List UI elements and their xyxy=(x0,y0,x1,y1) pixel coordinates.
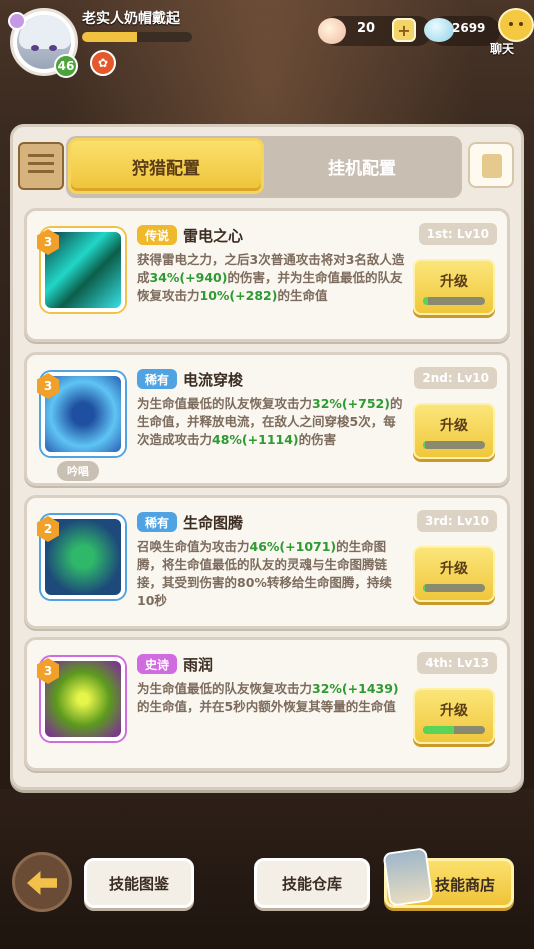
avatar-frame-badge-icon xyxy=(8,12,26,30)
upgrade-label: 升级 xyxy=(440,703,468,719)
skill-rarity-badge: 传说 xyxy=(137,225,178,245)
skill-desc-text: 的伤害 xyxy=(298,432,337,447)
skill-desc-text: 的生命值 xyxy=(277,288,328,303)
skill-value-highlight: 34%(+940) xyxy=(149,270,228,285)
gem-icon xyxy=(424,18,454,42)
shell-count: 20 xyxy=(356,21,376,36)
skill-desc-text: 为生命值最低的队友恢复攻击力 xyxy=(137,681,313,696)
upgrade-label: 升级 xyxy=(440,561,468,577)
chant-tag: 吟唱 xyxy=(57,461,99,481)
skill-description: 为生命值最低的队友恢复攻击力32%(+1439) 的生命值，并在5秒内额外恢复其等… xyxy=(137,680,405,716)
upgrade-label: 升级 xyxy=(440,274,468,290)
upgrade-button[interactable]: 升级 xyxy=(413,403,495,459)
add-currency-button[interactable]: + xyxy=(392,18,416,42)
skill-value-highlight: 32%(+752) xyxy=(312,396,390,411)
shell-icon xyxy=(318,18,346,44)
skill-storage-button[interactable]: 技能仓库 xyxy=(254,858,370,908)
upgrade-button[interactable]: 升级 xyxy=(413,546,495,602)
mushroom-icon[interactable]: ✿ xyxy=(90,50,116,76)
gem-count: 2699 xyxy=(452,21,486,35)
skill-value-highlight: 46%(+1071) xyxy=(249,539,337,554)
skill-value-highlight: 32%(+1439) xyxy=(312,681,399,696)
player-name: 老实人奶帽戴起 xyxy=(82,11,180,27)
player-level-badge: 46 xyxy=(54,54,78,78)
skill-name: 电流穿梭 xyxy=(183,371,244,389)
skill-slot-badge: 2nd: Lv10 xyxy=(414,367,497,389)
skill-name: 生命图腾 xyxy=(183,514,244,532)
upgrade-progress-bar xyxy=(423,584,485,592)
skill-desc-text: 为生命值最低的队友恢复攻击力 xyxy=(137,396,313,411)
scroll-icon[interactable] xyxy=(18,142,64,190)
skill-shop-label: 技能商店 xyxy=(435,876,496,894)
skill-codex-button[interactable]: 技能图鉴 xyxy=(84,858,194,908)
skill-description: 获得雷电之力，之后3次普通攻击将对3名敌人造成34%(+940)的伤害，并为生命… xyxy=(137,251,405,305)
skill-rarity-badge: 史诗 xyxy=(137,654,178,674)
skill-slot-badge: 1st: Lv10 xyxy=(418,223,497,245)
tab-idle-config[interactable]: 挂机配置 xyxy=(264,138,460,194)
back-arrow-icon[interactable] xyxy=(12,852,72,912)
skill-name: 雷电之心 xyxy=(183,227,244,245)
skill-rarity-badge: 稀有 xyxy=(137,512,178,532)
skill-desc-text: 召唤生命值为攻击力 xyxy=(137,539,250,554)
skill-card[interactable]: 3 传说 雷电之心 1st: Lv10 获得雷电之力，之后3次普通攻击将对3名敌人造成3… xyxy=(24,208,510,342)
skill-value-highlight: 10%(+282) xyxy=(199,288,278,303)
skill-value-highlight: 48%(+1114) xyxy=(212,432,299,447)
chat-icon[interactable] xyxy=(498,8,534,42)
experience-bar xyxy=(82,32,192,42)
skill-rarity-badge: 稀有 xyxy=(137,369,178,389)
upgrade-label: 升级 xyxy=(440,418,468,434)
preset-icon[interactable] xyxy=(468,142,514,188)
upgrade-progress-bar xyxy=(423,441,485,449)
config-tabs: 狩猎配置 挂机配置 xyxy=(66,136,462,198)
skill-desc-text: 的生命值，并在5秒内额外恢复其等量的生命值 xyxy=(137,699,396,714)
skill-card[interactable]: 2 稀有 生命图腾 3rd: Lv10 召唤生命值为攻击力46%(+1071)的生命图腾… xyxy=(24,495,510,629)
skill-slot-badge: 3rd: Lv10 xyxy=(416,510,497,532)
upgrade-button[interactable]: 升级 xyxy=(413,688,495,744)
skill-slot-badge: 4th: Lv13 xyxy=(417,652,497,674)
upgrade-button[interactable]: 升级 xyxy=(413,259,495,315)
skill-description: 召唤生命值为攻击力46%(+1071)的生命图腾，将生命值最低的队友的灵魂与生命… xyxy=(137,538,405,610)
tab-hunting-config[interactable]: 狩猎配置 xyxy=(68,138,264,194)
skill-card[interactable]: 3 稀有 电流穿梭 2nd: Lv10 为生命值最低的队友恢复攻击力32%(+752)的… xyxy=(24,352,510,486)
upgrade-progress-bar xyxy=(423,726,485,734)
shop-icon xyxy=(382,847,434,907)
upgrade-progress-bar xyxy=(423,297,485,305)
chat-label[interactable]: 聊天 xyxy=(490,40,514,57)
skill-name: 雨润 xyxy=(183,656,214,674)
skill-card[interactable]: 3 史诗 雨润 4th: Lv13 为生命值最低的队友恢复攻击力32%(+1439)的生… xyxy=(24,637,510,771)
skill-description: 为生命值最低的队友恢复攻击力32%(+752)的生命值，并释放电流，在敌人之间穿… xyxy=(137,395,405,449)
